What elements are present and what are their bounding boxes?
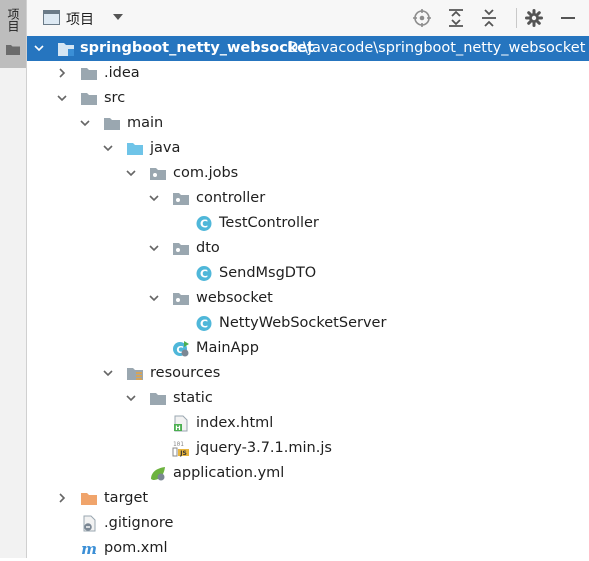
maven-icon: m — [81, 540, 97, 557]
project-window-icon — [43, 10, 60, 25]
project-tree: springboot_netty_websocket D:\javacode\s… — [27, 36, 589, 558]
tree-row-jquery-js[interactable]: 101 JS jquery-3.7.1.min.js — [27, 436, 589, 461]
tree-row-root[interactable]: springboot_netty_websocket D:\javacode\s… — [27, 36, 589, 61]
tree-item-label: MainApp — [196, 340, 259, 356]
chevron-down-icon[interactable] — [103, 368, 113, 378]
tree-item-label: src — [104, 90, 126, 106]
package-folder-icon — [150, 168, 166, 180]
collapse-all-icon[interactable] — [479, 8, 499, 28]
tree-item-label: TestController — [219, 215, 319, 231]
svg-text:m: m — [81, 540, 97, 557]
tree-item-label: dto — [196, 240, 220, 256]
tree-item-label: static — [173, 390, 213, 406]
chevron-down-icon[interactable] — [126, 168, 136, 178]
svg-text:C: C — [200, 218, 208, 231]
minified-js-file-icon: 101 JS — [172, 441, 189, 457]
chevron-down-icon[interactable] — [113, 14, 123, 20]
package-folder-icon — [173, 193, 189, 205]
folder-icon — [6, 45, 20, 55]
tree-row-sendmsgdto[interactable]: C SendMsgDTO — [27, 261, 589, 286]
tree-item-label: NettyWebSocketServer — [219, 315, 387, 331]
tree-root-name: springboot_netty_websocket — [80, 40, 314, 56]
chevron-down-icon[interactable] — [126, 393, 136, 403]
resources-folder-icon — [127, 368, 143, 380]
tree-item-label: resources — [150, 365, 221, 381]
tree-row-target[interactable]: target — [27, 486, 589, 511]
view-selector-label[interactable]: 项目 — [66, 9, 94, 29]
folder-icon — [104, 118, 120, 130]
svg-text:C: C — [200, 268, 208, 281]
chevron-down-icon[interactable] — [80, 118, 90, 128]
tree-row-pom-xml[interactable]: m pom.xml — [27, 536, 589, 561]
tree-item-label: websocket — [196, 290, 273, 306]
expand-all-icon[interactable] — [446, 8, 466, 28]
folder-icon — [81, 68, 97, 80]
tree-row-idea[interactable]: .idea — [27, 61, 589, 86]
chevron-down-icon[interactable] — [149, 293, 159, 303]
locate-icon[interactable] — [412, 8, 432, 28]
gear-icon[interactable] — [524, 8, 544, 28]
tree-row-testcontroller[interactable]: C TestController — [27, 211, 589, 236]
tree-row-dto[interactable]: dto — [27, 236, 589, 261]
tree-row-websocket[interactable]: websocket — [27, 286, 589, 311]
tree-item-label: controller — [196, 190, 266, 206]
java-class-icon: C — [196, 316, 212, 331]
svg-text:H: H — [175, 424, 180, 432]
tree-root-path: D:\javacode\springboot_netty_websocket — [287, 40, 586, 56]
tree-item-label: java — [150, 140, 181, 156]
tree-row-com-jobs[interactable]: com.jobs — [27, 161, 589, 186]
tree-item-label: .gitignore — [104, 515, 174, 531]
chevron-right-icon[interactable] — [57, 68, 67, 78]
chevron-down-icon[interactable] — [149, 243, 159, 253]
tree-item-label: jquery-3.7.1.min.js — [196, 440, 332, 456]
svg-text:C: C — [200, 318, 208, 331]
chevron-down-icon[interactable] — [103, 143, 113, 153]
project-tool-tab-label: 项目 — [6, 8, 20, 32]
chevron-down-icon[interactable] — [34, 43, 44, 53]
tree-row-java[interactable]: java — [27, 136, 589, 161]
java-class-icon: C — [196, 266, 212, 281]
project-toolbar: 项目 — [27, 0, 589, 37]
tree-row-controller[interactable]: controller — [27, 186, 589, 211]
ignore-file-icon — [83, 515, 96, 532]
spring-config-file-icon — [151, 467, 165, 481]
tree-row-static[interactable]: static — [27, 386, 589, 411]
tree-item-label: main — [127, 115, 164, 131]
chevron-right-icon[interactable] — [57, 493, 67, 503]
tree-item-label: pom.xml — [104, 540, 168, 556]
folder-icon — [81, 93, 97, 105]
toolbar-divider — [516, 8, 517, 28]
package-folder-icon — [173, 293, 189, 305]
tree-row-mainapp[interactable]: C MainApp — [27, 336, 589, 361]
tree-item-label: com.jobs — [173, 165, 239, 181]
tree-item-label: application.yml — [173, 465, 285, 481]
folder-icon — [150, 393, 166, 405]
minimize-icon[interactable] — [558, 8, 578, 28]
package-folder-icon — [173, 243, 189, 255]
chevron-down-icon[interactable] — [57, 93, 67, 103]
tree-row-main[interactable]: main — [27, 111, 589, 136]
tree-row-application-yml[interactable]: application.yml — [27, 461, 589, 486]
tree-row-resources[interactable]: resources — [27, 361, 589, 386]
project-tool-tab[interactable]: 项目 — [0, 0, 26, 68]
chevron-down-icon[interactable] — [149, 193, 159, 203]
tree-row-src[interactable]: src — [27, 86, 589, 111]
tree-item-label: target — [104, 490, 149, 506]
java-class-icon: C — [196, 216, 212, 231]
svg-text:JS: JS — [179, 450, 187, 457]
tree-row-nettywebsocketserver[interactable]: C NettyWebSocketServer — [27, 311, 589, 336]
spring-boot-class-icon: C — [173, 341, 189, 357]
module-folder-icon — [58, 43, 74, 56]
tree-row-index-html[interactable]: H index.html — [27, 411, 589, 436]
source-folder-icon — [127, 143, 143, 155]
excluded-folder-icon — [81, 493, 97, 505]
tree-item-label: index.html — [196, 415, 274, 431]
svg-text:101: 101 — [173, 441, 184, 448]
tree-row-gitignore[interactable]: .gitignore — [27, 511, 589, 536]
tree-item-label: SendMsgDTO — [219, 265, 317, 281]
tool-window-strip: 项目 — [0, 0, 27, 558]
html-file-icon: H — [174, 415, 188, 432]
tree-item-label: .idea — [104, 65, 140, 81]
